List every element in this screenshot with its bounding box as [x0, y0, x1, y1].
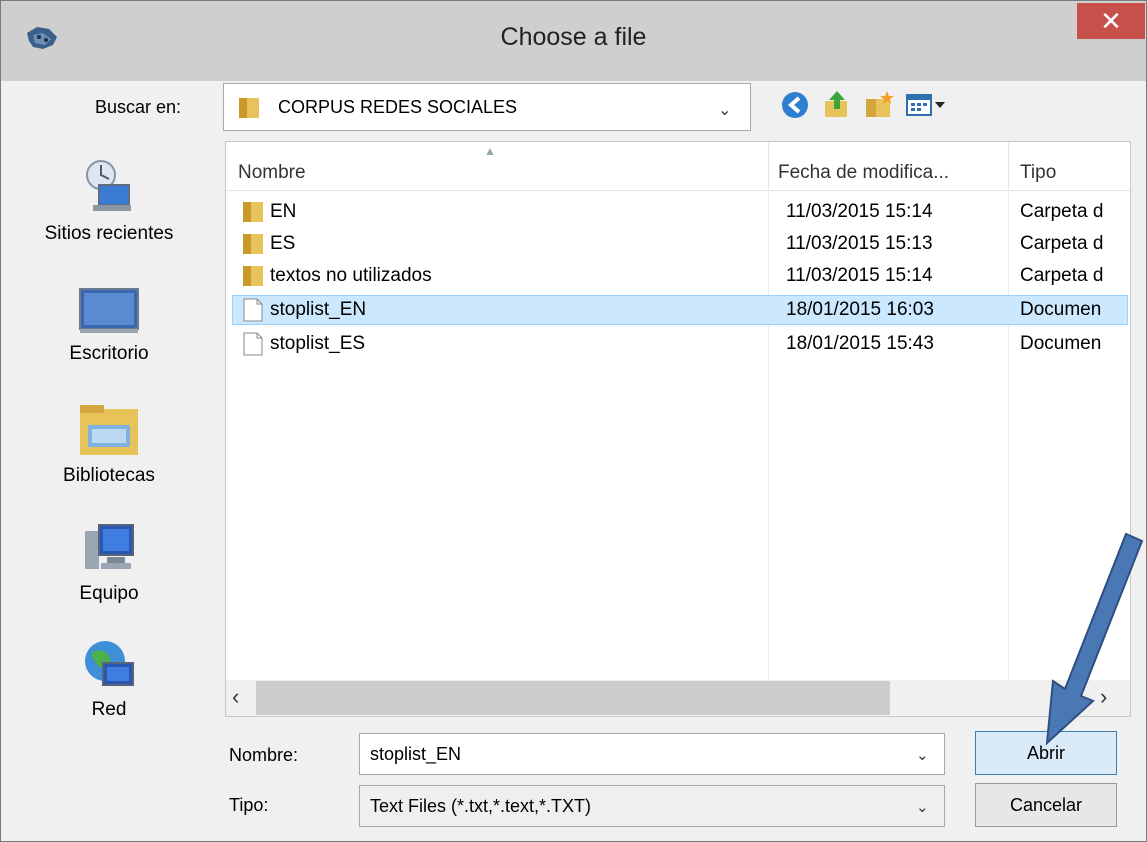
view-menu-icon[interactable]: [905, 89, 949, 121]
title-bar[interactable]: Choose a file ✕: [1, 1, 1146, 81]
text-file-icon: [243, 332, 263, 356]
filename-value: stoplist_EN: [370, 744, 462, 764]
filename-combobox[interactable]: stoplist_EN ⌄: [359, 733, 945, 775]
selection-highlight: [232, 295, 1128, 325]
file-row[interactable]: stoplist_ES 18/01/2015 15:43 Documen: [226, 328, 1130, 360]
file-date: 18/01/2015 16:03: [786, 299, 934, 320]
file-row-selected[interactable]: stoplist_EN 18/01/2015 16:03 Documen: [226, 294, 1130, 326]
place-computer[interactable]: Equipo: [1, 521, 217, 605]
file-type: Documen: [1020, 333, 1102, 354]
place-label: Bibliotecas: [63, 465, 155, 486]
place-label: Sitios recientes: [44, 223, 174, 244]
filetype-label: Tipo:: [229, 795, 269, 815]
file-name: stoplist_ES: [270, 333, 366, 354]
computer-icon: [85, 524, 134, 569]
place-network[interactable]: Red: [1, 637, 217, 721]
folder-icon: [243, 266, 263, 286]
places-bar: Sitios recientes Escritorio Bibliotecas: [1, 141, 217, 741]
close-button[interactable]: ✕: [1077, 3, 1145, 39]
place-recent[interactable]: Sitios recientes: [1, 157, 217, 245]
file-list[interactable]: Nombre ▲ Fecha de modifica... Tipo EN 11…: [225, 141, 1131, 717]
place-label: Red: [91, 699, 127, 720]
chevron-down-icon[interactable]: ⌄: [916, 798, 929, 816]
place-libraries[interactable]: Bibliotecas: [1, 403, 217, 487]
folder-icon: [243, 202, 263, 222]
file-type: Carpeta d: [1020, 265, 1104, 286]
column-header-name[interactable]: Nombre: [238, 162, 306, 184]
folder-icon: [239, 98, 259, 118]
close-icon: ✕: [1100, 6, 1122, 36]
file-date: 18/01/2015 15:43: [786, 333, 934, 354]
chevron-down-icon[interactable]: ⌄: [916, 746, 929, 764]
file-chooser-dialog: Choose a file ✕ Buscar en: CORPUS REDES …: [0, 0, 1147, 842]
file-date: 11/03/2015 15:14: [786, 201, 933, 222]
column-header-type[interactable]: Tipo: [1020, 162, 1056, 184]
place-desktop[interactable]: Escritorio: [1, 287, 217, 365]
up-folder-icon[interactable]: [821, 89, 853, 121]
file-name: textos no utilizados: [270, 265, 432, 286]
window-title: Choose a file: [500, 23, 647, 51]
file-date: 11/03/2015 15:13: [786, 233, 933, 254]
folder-icon: [243, 234, 263, 254]
place-label: Escritorio: [69, 343, 149, 364]
file-row[interactable]: ES 11/03/2015 15:13 Carpeta d: [226, 228, 1130, 260]
cancel-button[interactable]: Cancelar: [975, 783, 1117, 827]
place-label: Equipo: [79, 583, 139, 604]
lookin-label: Buscar en:: [95, 97, 182, 117]
file-row[interactable]: EN 11/03/2015 15:14 Carpeta d: [226, 196, 1130, 228]
file-name: stoplist_EN: [270, 299, 367, 320]
file-row[interactable]: textos no utilizados 11/03/2015 15:14 Ca…: [226, 260, 1130, 292]
filetype-value: Text Files (*.txt,*.text,*.TXT): [370, 796, 592, 816]
file-type: Documen: [1020, 299, 1102, 320]
file-date: 11/03/2015 15:14: [786, 265, 933, 286]
recent-places-icon: [86, 160, 131, 211]
annotation-arrow: [1045, 532, 1144, 746]
filetype-combobox[interactable]: Text Files (*.txt,*.text,*.TXT) ⌄: [359, 785, 945, 827]
file-name: EN: [270, 201, 297, 222]
column-header-date[interactable]: Fecha de modifica...: [778, 162, 949, 184]
scroll-left-icon[interactable]: ‹: [232, 684, 239, 710]
file-type: Carpeta d: [1020, 233, 1104, 254]
lookin-combobox[interactable]: CORPUS REDES SOCIALES ⌄: [223, 83, 751, 131]
scrollbar-thumb[interactable]: [256, 681, 890, 715]
file-name: ES: [270, 233, 296, 254]
new-folder-icon[interactable]: [863, 89, 895, 121]
filename-label: Nombre:: [229, 745, 299, 765]
desktop-icon: [79, 288, 139, 333]
libraries-icon: [80, 405, 138, 455]
chevron-down-icon[interactable]: ⌄: [718, 100, 731, 120]
network-icon: [85, 641, 134, 686]
lookin-value: CORPUS REDES SOCIALES: [278, 97, 518, 117]
horizontal-scrollbar[interactable]: ‹ ›: [226, 680, 1130, 716]
file-list-header: Nombre ▲ Fecha de modifica... Tipo: [226, 142, 1130, 191]
text-file-icon: [243, 298, 263, 322]
sort-ascending-icon: ▲: [484, 144, 496, 158]
back-icon[interactable]: [779, 89, 811, 121]
file-type: Carpeta d: [1020, 201, 1104, 222]
